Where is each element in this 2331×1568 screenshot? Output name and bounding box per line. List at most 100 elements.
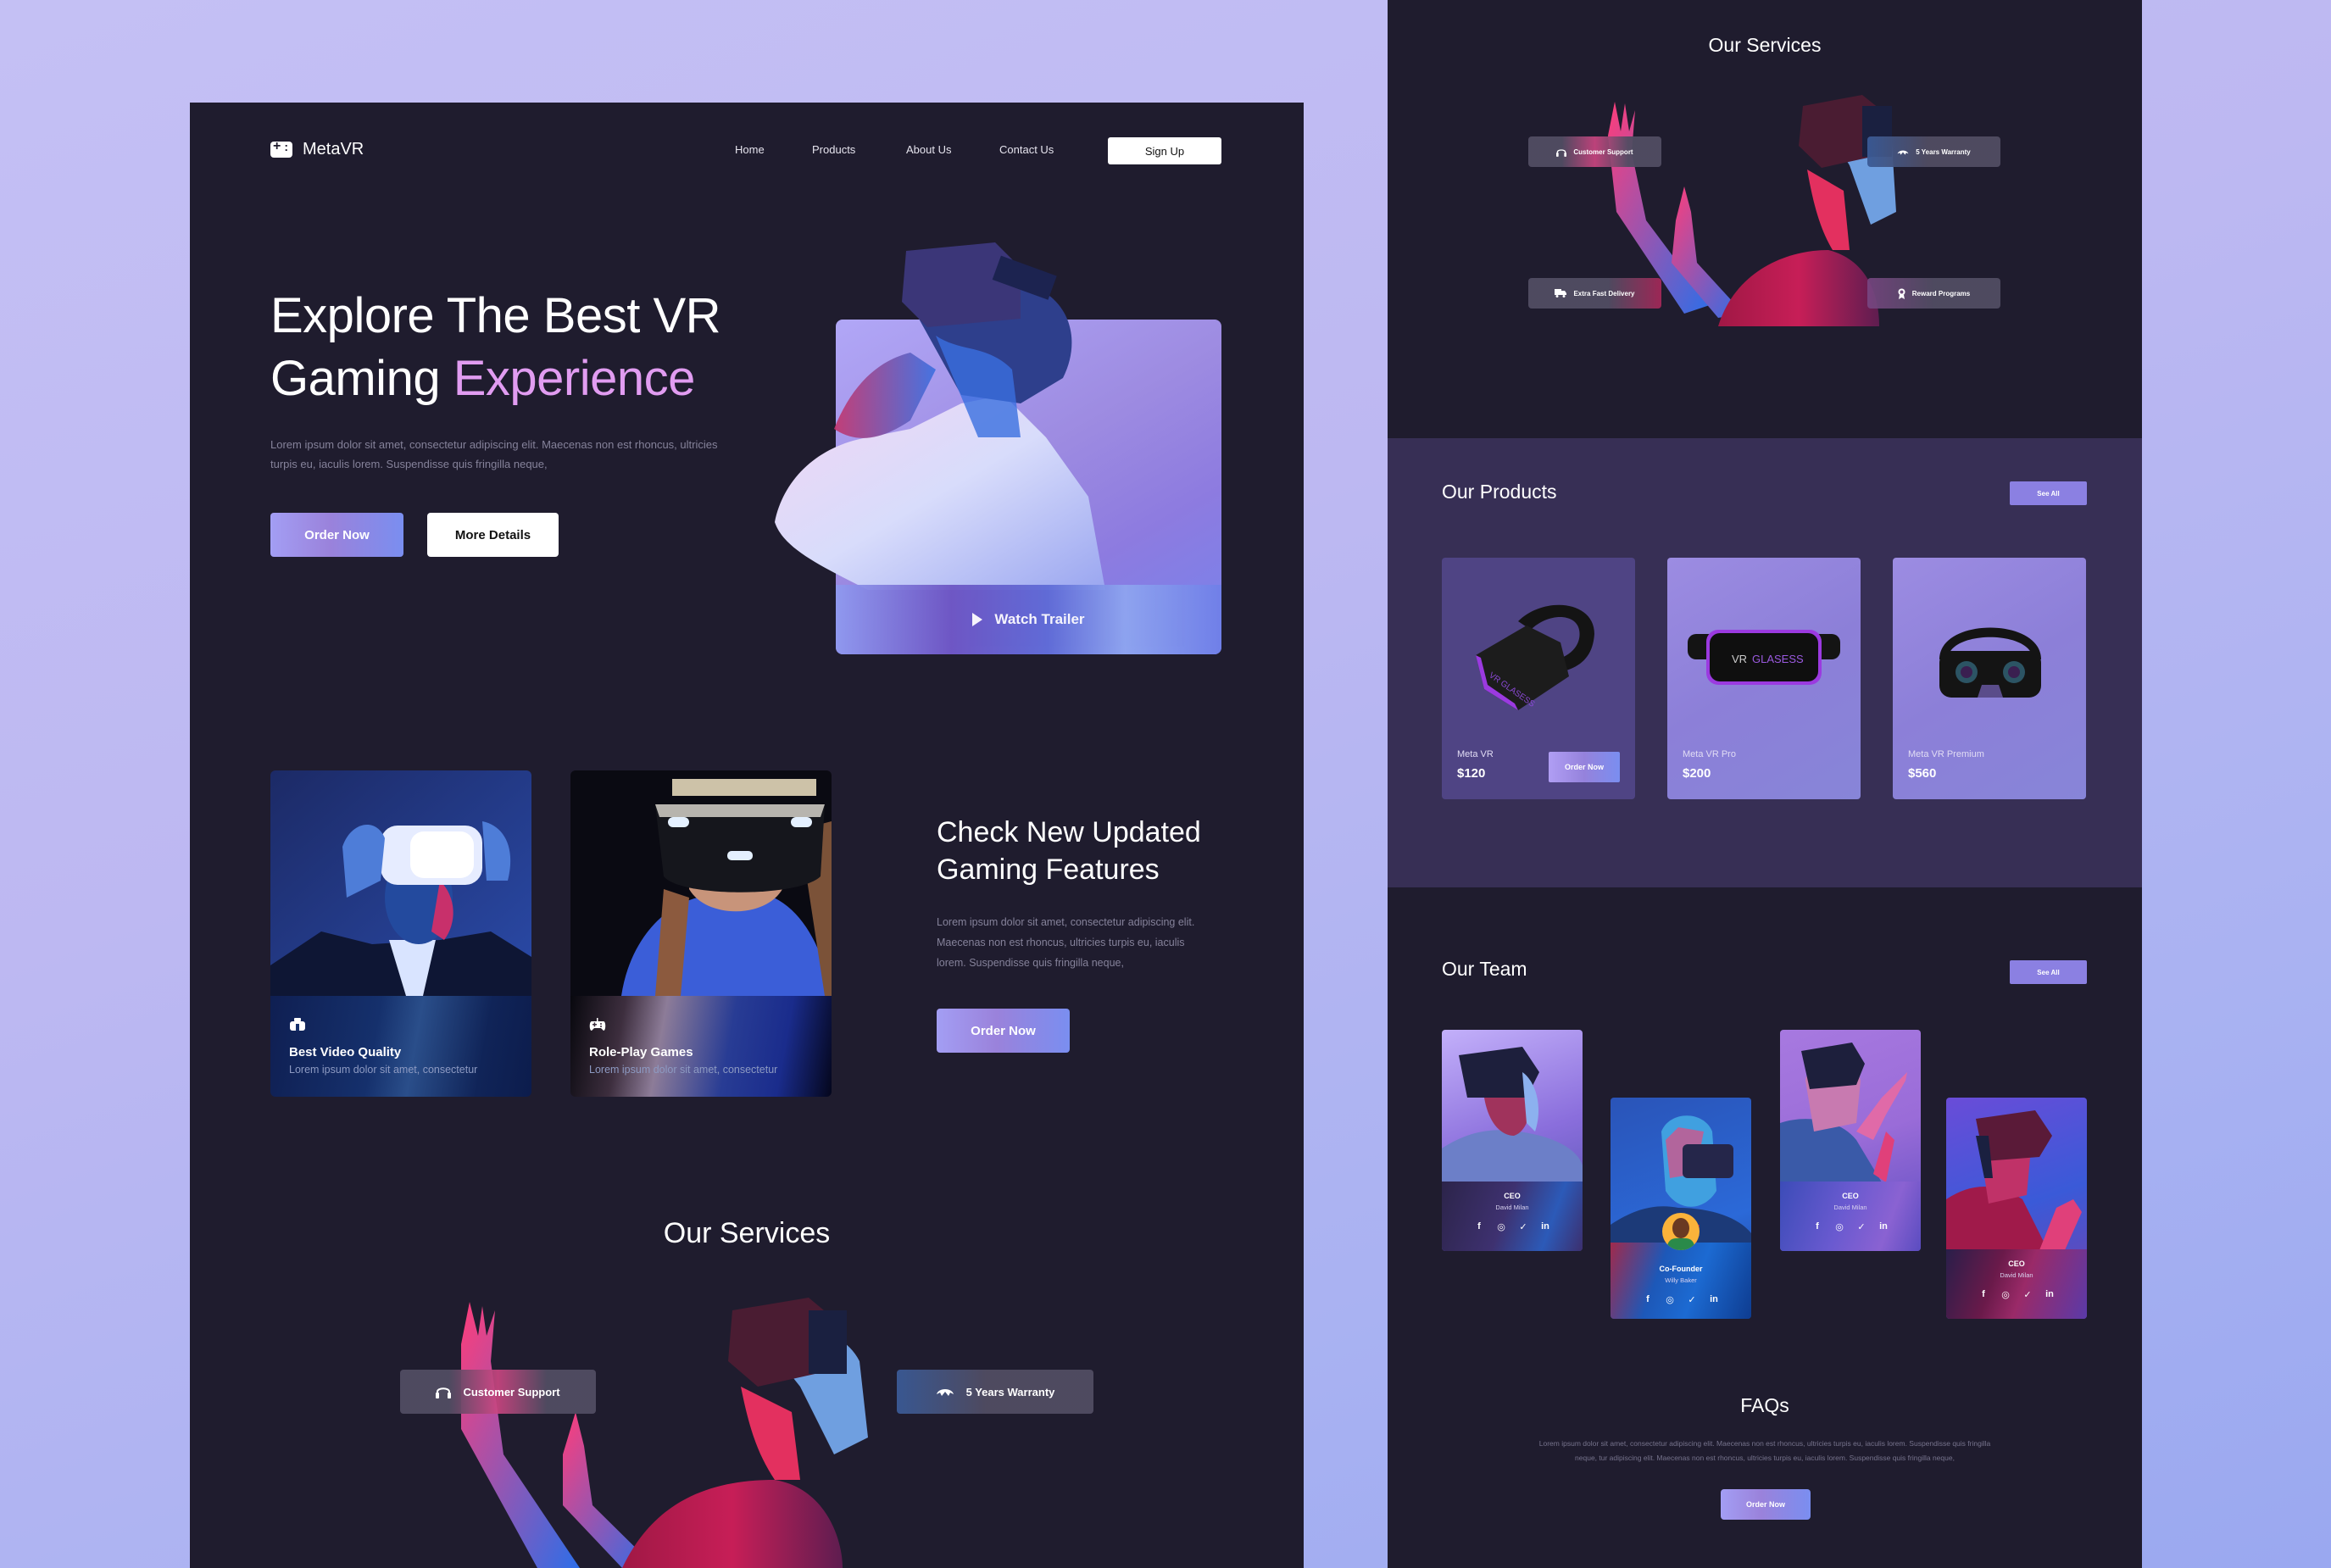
service-pill-rewards[interactable]: Reward Programs (1867, 278, 2000, 309)
faq-description: Lorem ipsum dolor sit amet, consectetur … (1538, 1439, 1991, 1462)
vr-man-photo (775, 242, 1105, 590)
warranty-icon (936, 1389, 954, 1396)
twitter-icon[interactable]: ✓ (1686, 1294, 1698, 1305)
sections-panel: Our Services Customer Support 5 Years Wa… (1388, 0, 2142, 1568)
faq-order-now-button[interactable]: Order Now (1721, 1489, 1811, 1520)
linkedin-icon[interactable]: in (1539, 1221, 1551, 1232)
nav-contact-us[interactable]: Contact Us (999, 143, 1054, 156)
products-heading: Our Products (1442, 481, 1557, 503)
headphones-icon (436, 1387, 452, 1398)
team-see-all-button[interactable]: See All (2010, 960, 2087, 984)
instagram-icon[interactable]: ◎ (1495, 1221, 1507, 1232)
social-links: f ◎ ✓ in (1611, 1294, 1751, 1305)
hero-description: Lorem ipsum dolor sit amet, consectetur … (270, 438, 718, 470)
product-price: $200 (1683, 766, 1711, 781)
service-label: Extra Fast Delivery (1573, 289, 1635, 297)
headphones-icon (1556, 148, 1567, 157)
features-order-now-button[interactable]: Order Now (937, 1009, 1070, 1053)
feature-title: Best Video Quality (289, 1045, 402, 1059)
product-card[interactable]: Meta VR Premium $560 (1893, 558, 2086, 799)
brand-logo[interactable]: MetaVR (270, 139, 364, 159)
service-label: 5 Years Warranty (1916, 147, 1971, 156)
service-label: Customer Support (463, 1385, 560, 1398)
nav-home[interactable]: Home (735, 143, 765, 156)
nav-about-us[interactable]: About Us (906, 143, 951, 156)
vr-headset-back-image (1939, 627, 2041, 698)
service-label: Reward Programs (1911, 289, 1971, 297)
truck-icon (1555, 289, 1567, 297)
product-card[interactable]: VR GLASESS Meta VR $120 Order Now (1442, 558, 1635, 799)
team-name: David Milan (2000, 1271, 2033, 1279)
social-links: f ◎ ✓ in (1946, 1289, 2087, 1300)
hero-title-line1: Explore The Best VR (270, 288, 721, 343)
facebook-icon[interactable]: f (1642, 1294, 1654, 1305)
team-card[interactable]: CEO David Milan f ◎ ✓ in (1946, 1098, 2087, 1319)
feature-subtitle: Lorem ipsum dolor sit amet, consectetur (289, 1064, 478, 1076)
visor-text-vr: VR (1732, 653, 1747, 665)
faq-heading: FAQs (1740, 1394, 1789, 1416)
gamepad-icon (589, 1018, 606, 1031)
hero-title-accent: Experience (453, 351, 696, 406)
vr-headset-side-image: VR GLASESS (1476, 604, 1594, 710)
team-member-photo (1946, 1110, 2082, 1250)
feature-card-video-quality[interactable]: Best Video Quality Lorem ipsum dolor sit… (270, 770, 531, 1097)
product-card[interactable]: VR GLASESS Meta VR Pro $200 (1667, 558, 1861, 799)
features-heading-line2: Gaming Features (937, 854, 1160, 886)
instagram-icon[interactable]: ◎ (2000, 1289, 2011, 1300)
service-pill-warranty[interactable]: 5 Years Warranty (1867, 136, 2000, 167)
team-role: CEO (2008, 1259, 2025, 1268)
team-card[interactable]: CEO David Milan f ◎ ✓ in (1442, 1030, 1583, 1251)
team-name: Willy Baker (1665, 1276, 1697, 1284)
vr-woman-services-photo (461, 1298, 868, 1568)
facebook-icon[interactable]: f (1473, 1221, 1485, 1232)
brand-name: MetaVR (303, 140, 364, 158)
social-links: f ◎ ✓ in (1780, 1221, 1921, 1232)
services-heading: Our Services (1708, 34, 1822, 56)
award-icon (1898, 288, 1905, 299)
team-info: Co-Founder Willy Baker f ◎ ✓ in (1611, 1243, 1751, 1319)
nav-products[interactable]: Products (812, 143, 855, 156)
linkedin-icon[interactable]: in (2044, 1289, 2056, 1300)
watch-trailer-label: Watch Trailer (994, 611, 1085, 627)
service-pill-customer-support[interactable]: Customer Support (1528, 136, 1661, 167)
hero-title-line2: Gaming (270, 351, 453, 406)
team-heading: Our Team (1442, 958, 1527, 980)
feature-card-role-play[interactable]: Role-Play Games Lorem ipsum dolor sit am… (570, 770, 832, 1097)
twitter-icon[interactable]: ✓ (1517, 1221, 1529, 1232)
play-icon (972, 613, 983, 626)
facebook-icon[interactable]: f (1811, 1221, 1823, 1232)
product-order-now-button[interactable]: Order Now (1549, 752, 1620, 782)
vr-woman-photo (270, 770, 531, 996)
feature-subtitle: Lorem ipsum dolor sit amet, consectetur (589, 1064, 778, 1076)
landing-page-panel: MetaVR Home Products About Us Contact Us… (190, 103, 1304, 1568)
team-name: David Milan (1495, 1204, 1529, 1211)
team-role: CEO (1842, 1192, 1859, 1200)
visor-text-glasess: GLASESS (1752, 653, 1804, 665)
sign-up-button[interactable]: Sign Up (1108, 137, 1221, 164)
vr-girl-photo (570, 770, 832, 996)
social-links: f ◎ ✓ in (1442, 1221, 1583, 1232)
service-pill-warranty[interactable]: 5 Years Warranty (897, 1370, 1093, 1414)
linkedin-icon[interactable]: in (1708, 1294, 1720, 1305)
more-details-button[interactable]: More Details (427, 513, 559, 557)
team-info: CEO David Milan f ◎ ✓ in (1946, 1249, 2087, 1319)
service-pill-customer-support[interactable]: Customer Support (400, 1370, 596, 1414)
instagram-icon[interactable]: ◎ (1664, 1294, 1676, 1305)
instagram-icon[interactable]: ◎ (1833, 1221, 1845, 1232)
watch-trailer-button[interactable]: Watch Trailer (836, 585, 1221, 654)
team-card[interactable]: Co-Founder Willy Baker f ◎ ✓ in (1611, 1098, 1751, 1319)
service-pill-delivery[interactable]: Extra Fast Delivery (1528, 278, 1661, 309)
products-see-all-button[interactable]: See All (2010, 481, 2087, 505)
linkedin-icon[interactable]: in (1878, 1221, 1889, 1232)
feature-info: Role-Play Games Lorem ipsum dolor sit am… (570, 996, 832, 1097)
vr-headset-icon (290, 1018, 305, 1031)
facebook-icon[interactable]: f (1978, 1289, 1989, 1300)
twitter-icon[interactable]: ✓ (1855, 1221, 1867, 1232)
hero-title: Explore The Best VR Gaming Experience (270, 285, 721, 410)
team-member-photo (1442, 1047, 1583, 1182)
warranty-icon (1897, 150, 1909, 155)
order-now-button[interactable]: Order Now (270, 513, 403, 557)
product-name: Meta VR (1457, 749, 1494, 759)
twitter-icon[interactable]: ✓ (2022, 1289, 2033, 1300)
team-card[interactable]: CEO David Milan f ◎ ✓ in (1780, 1030, 1921, 1251)
